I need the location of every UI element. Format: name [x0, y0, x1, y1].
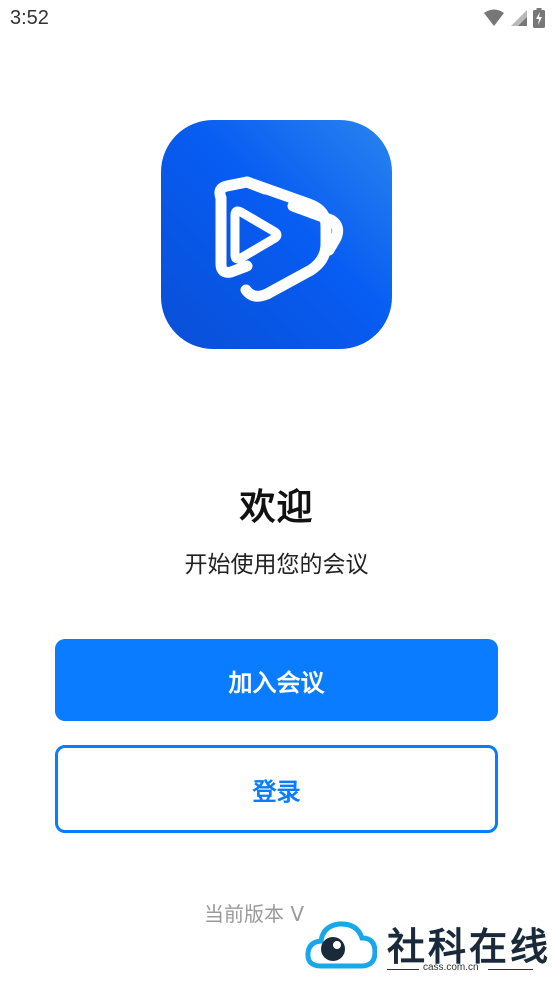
- welcome-title: 欢迎: [239, 487, 314, 528]
- status-time: 3:52: [10, 7, 49, 29]
- signal-icon: [511, 10, 527, 26]
- watermark-divider: [488, 969, 533, 970]
- version-text: 当前版本 V: [204, 902, 305, 926]
- watermark-cloud-eye-icon: [305, 921, 377, 969]
- watermark-domain: cass.com.cn: [423, 962, 479, 973]
- login-button[interactable]: 登录: [55, 745, 498, 833]
- watermark-divider: [387, 969, 419, 970]
- join-meeting-label: 加入会议: [228, 668, 325, 697]
- status-bar: 3:52: [0, 0, 553, 38]
- join-meeting-button[interactable]: 加入会议: [55, 639, 498, 721]
- status-icons: [483, 8, 545, 28]
- watermark: 社科在线 cass.com.cn: [305, 912, 548, 980]
- play-logo-icon: [161, 120, 392, 349]
- app-logo: [161, 120, 392, 349]
- login-label: 登录: [252, 777, 301, 806]
- battery-charging-icon: [533, 8, 545, 28]
- wifi-icon: [484, 9, 504, 26]
- welcome-subtitle: 开始使用您的会议: [184, 552, 369, 578]
